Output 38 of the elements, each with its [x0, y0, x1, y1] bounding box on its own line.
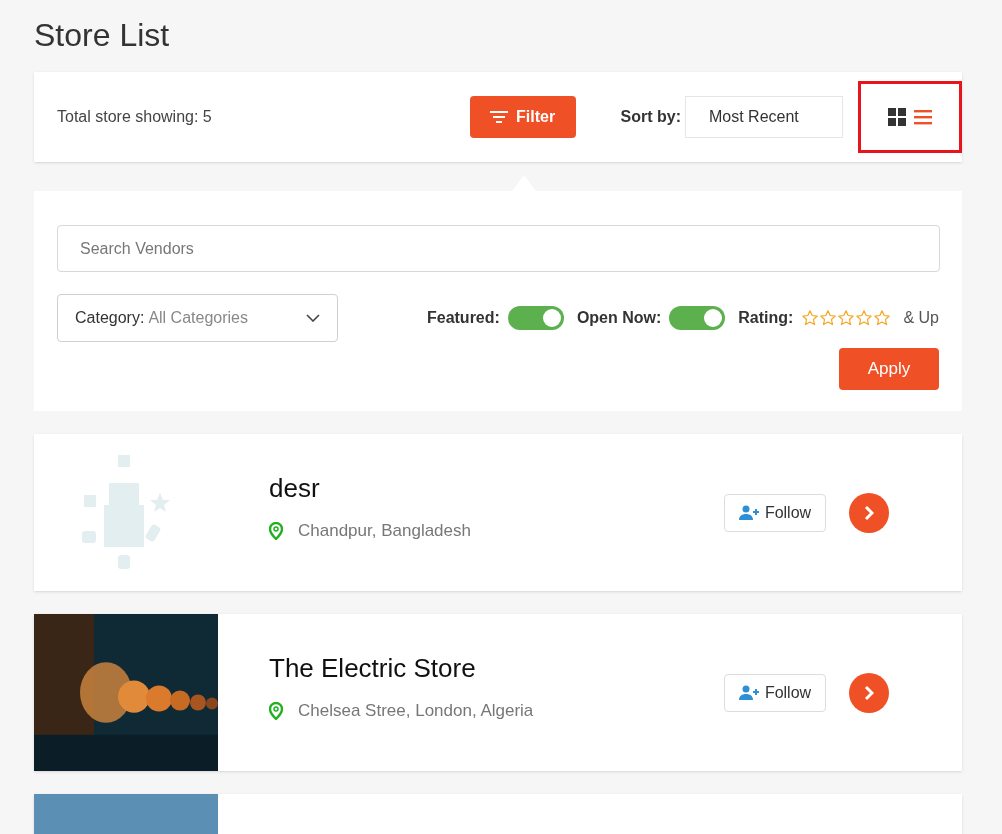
star-icon	[819, 309, 838, 327]
store-location: Chelsea Stree, London, Algeria	[298, 700, 534, 722]
chevron-down-icon	[306, 314, 320, 322]
sort-label: Sort by:	[620, 107, 681, 127]
rating-label: Rating:	[738, 308, 794, 328]
open-store-button[interactable]	[849, 492, 889, 533]
follow-button[interactable]: Follow	[724, 493, 826, 532]
store-count: Total store showing: 5	[57, 107, 212, 127]
location-pin-icon	[269, 701, 283, 720]
toggle-label: Open Now:	[576, 308, 662, 328]
star-icon	[873, 309, 892, 327]
chevron-right-icon	[864, 684, 874, 701]
star-icon	[855, 309, 874, 327]
toggle-switch[interactable]	[669, 306, 726, 330]
star-icon	[801, 309, 820, 327]
star-icon	[837, 309, 856, 327]
follow-button[interactable]: Follow	[724, 673, 826, 712]
store-location: Chandpur, Bangladesh	[298, 520, 471, 542]
store-name[interactable]: desr	[269, 472, 471, 504]
star-rating[interactable]	[801, 309, 892, 327]
sort-dropdown[interactable]: Most Recent	[685, 96, 843, 138]
toggle-label: Featured:	[426, 308, 500, 328]
apply-button[interactable]: Apply	[839, 348, 939, 390]
page-title: Store List	[34, 16, 171, 54]
chevron-right-icon	[864, 504, 874, 521]
toggle-switch[interactable]	[507, 306, 564, 330]
open-store-button[interactable]	[849, 672, 889, 713]
search-field[interactable]: Search Vendors	[57, 225, 940, 272]
rating-suffix: & Up	[903, 308, 939, 328]
list-view-icon[interactable]	[914, 109, 932, 125]
filter-button[interactable]: Filter	[469, 96, 576, 138]
add-user-icon	[738, 684, 759, 701]
store-name[interactable]: The Electric Store	[269, 652, 534, 684]
add-user-icon	[738, 504, 759, 521]
grid-view-icon[interactable]	[888, 108, 906, 126]
filter-icon	[490, 111, 508, 123]
category-dropdown[interactable]: Category: All Categories	[57, 294, 338, 342]
location-pin-icon	[269, 521, 283, 540]
